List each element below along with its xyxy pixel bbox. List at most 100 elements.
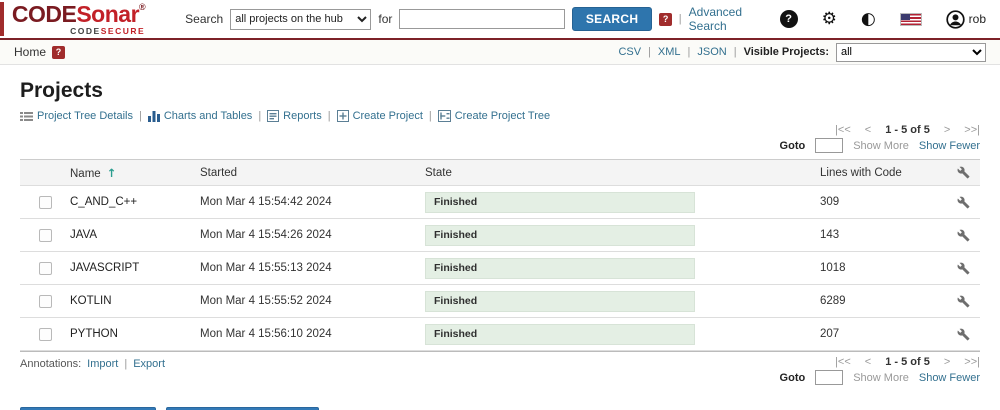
create-project-tree-icon — [438, 110, 451, 122]
first-page-button[interactable]: |<< — [835, 124, 851, 136]
separator: | — [258, 110, 261, 122]
pagination-top: |<< < 1 - 5 of 5 > >>| Goto Show More Sh… — [780, 124, 980, 153]
row-checkbox[interactable] — [39, 328, 52, 341]
annotations-import-link[interactable]: Import — [87, 358, 118, 370]
state-progress-bar: Finished — [425, 192, 695, 213]
breadcrumb-home[interactable]: Home — [14, 45, 46, 59]
project-row: KOTLIN Mon Mar 4 15:55:52 2024 Finished … — [20, 285, 980, 318]
first-page-button[interactable]: |<< — [835, 356, 851, 368]
show-fewer-button[interactable]: Show Fewer — [919, 140, 980, 152]
separator: | — [734, 46, 737, 58]
row-checkbox[interactable] — [39, 229, 52, 242]
project-name[interactable]: C_AND_C++ — [70, 196, 137, 208]
show-more-button[interactable]: Show More — [853, 140, 909, 152]
wrench-icon[interactable] — [957, 166, 970, 179]
lines-column-header[interactable]: Lines with Code — [710, 167, 935, 179]
next-page-button[interactable]: > — [944, 124, 950, 136]
create-project-link[interactable]: Create Project — [337, 110, 423, 122]
row-checkbox[interactable] — [39, 262, 52, 275]
last-page-button[interactable]: >>| — [964, 124, 980, 136]
project-row: JAVA Mon Mar 4 15:54:26 2024 Finished 14… — [20, 219, 980, 252]
project-lines: 6289 — [710, 295, 935, 307]
wrench-icon[interactable] — [957, 229, 970, 242]
for-label: for — [378, 12, 392, 26]
search-input[interactable] — [399, 9, 564, 29]
help-icon[interactable]: ? — [780, 10, 798, 28]
report-icon — [267, 110, 279, 122]
visible-projects-label: Visible Projects: — [744, 46, 829, 58]
project-name[interactable]: JAVA — [70, 229, 97, 241]
projects-table: Name↑ Started State Lines with Code C_AN… — [20, 159, 980, 352]
project-state-cell: Finished — [425, 225, 710, 246]
sort-ascending-icon: ↑ — [107, 166, 117, 180]
charts-and-tables-label: Charts and Tables — [164, 110, 252, 122]
prev-page-button[interactable]: < — [865, 356, 871, 368]
name-column-header[interactable]: Name↑ — [70, 166, 200, 180]
tools-column-header — [935, 166, 980, 179]
search-scope-select[interactable]: all projects on the hub — [230, 9, 371, 30]
header-actions: ? ⚙︎ ◐︎ rob — [780, 10, 986, 29]
separator: | — [679, 13, 682, 25]
goto-page-input[interactable] — [815, 370, 843, 385]
separator: | — [328, 110, 331, 122]
charts-and-tables-link[interactable]: Charts and Tables — [148, 110, 252, 122]
search-button[interactable]: SEARCH — [572, 7, 652, 31]
project-lines: 207 — [710, 328, 935, 340]
reports-label: Reports — [283, 110, 322, 122]
export-json-link[interactable]: JSON — [697, 46, 726, 58]
project-row: PYTHON Mon Mar 4 15:56:10 2024 Finished … — [20, 318, 980, 351]
main-content: Projects Project Tree Details | Charts a… — [0, 65, 1000, 410]
search-help-icon[interactable]: ? — [659, 13, 671, 26]
project-state-cell: Finished — [425, 258, 710, 279]
project-name[interactable]: KOTLIN — [70, 295, 112, 307]
bar-chart-icon — [148, 111, 160, 122]
wrench-icon[interactable] — [957, 328, 970, 341]
show-fewer-button[interactable]: Show Fewer — [919, 372, 980, 384]
started-column-header[interactable]: Started — [200, 167, 425, 179]
state-column-header[interactable]: State — [425, 167, 710, 179]
last-page-button[interactable]: >>| — [964, 356, 980, 368]
goto-page-input[interactable] — [815, 138, 843, 153]
goto-label: Goto — [780, 372, 806, 384]
project-tree-details-link[interactable]: Project Tree Details — [20, 110, 133, 122]
row-checkbox[interactable] — [39, 196, 52, 209]
prev-page-button[interactable]: < — [865, 124, 871, 136]
wrench-icon[interactable] — [957, 196, 970, 209]
project-state-label: Finished — [434, 328, 477, 340]
gear-icon[interactable]: ⚙︎ — [822, 11, 837, 28]
create-project-tree-link[interactable]: Create Project Tree — [438, 110, 550, 122]
language-flag-icon[interactable] — [900, 13, 922, 26]
table-header-row: Name↑ Started State Lines with Code — [20, 160, 980, 186]
search-label: Search — [185, 12, 223, 26]
state-progress-bar: Finished — [425, 324, 695, 345]
user-menu[interactable]: rob — [946, 10, 986, 29]
project-name[interactable]: PYTHON — [70, 328, 118, 340]
visible-projects-select[interactable]: all — [836, 43, 986, 62]
export-csv-link[interactable]: CSV — [618, 46, 641, 58]
export-xml-link[interactable]: XML — [658, 46, 681, 58]
app-logo: CODESonar® CODESECURE — [12, 3, 145, 36]
separator: | — [124, 358, 127, 370]
advanced-search-link[interactable]: Advanced Search — [689, 5, 780, 33]
wrench-icon[interactable] — [957, 262, 970, 275]
row-checkbox[interactable] — [39, 295, 52, 308]
logo-sub-secure: SECURE — [101, 26, 145, 36]
user-icon — [946, 10, 965, 29]
project-name[interactable]: JAVASCRIPT — [70, 262, 139, 274]
page-range: 1 - 5 of 5 — [885, 356, 930, 368]
annotations-label: Annotations: — [20, 358, 81, 370]
separator: | — [429, 110, 432, 122]
state-progress-bar: Finished — [425, 291, 695, 312]
annotations-export-link[interactable]: Export — [133, 358, 165, 370]
pagination-bottom: |<< < 1 - 5 of 5 > >>| Goto Show More Sh… — [780, 356, 980, 385]
project-started: Mon Mar 4 15:55:13 2024 — [200, 262, 425, 274]
tree-details-icon — [20, 111, 33, 122]
contrast-icon[interactable]: ◐︎ — [861, 11, 876, 28]
next-page-button[interactable]: > — [944, 356, 950, 368]
home-help-icon[interactable]: ? — [52, 46, 65, 59]
project-started: Mon Mar 4 15:54:26 2024 — [200, 229, 425, 241]
show-more-button[interactable]: Show More — [853, 372, 909, 384]
wrench-icon[interactable] — [957, 295, 970, 308]
reports-link[interactable]: Reports — [267, 110, 322, 122]
logo-text-sonar: Sonar — [76, 1, 139, 27]
